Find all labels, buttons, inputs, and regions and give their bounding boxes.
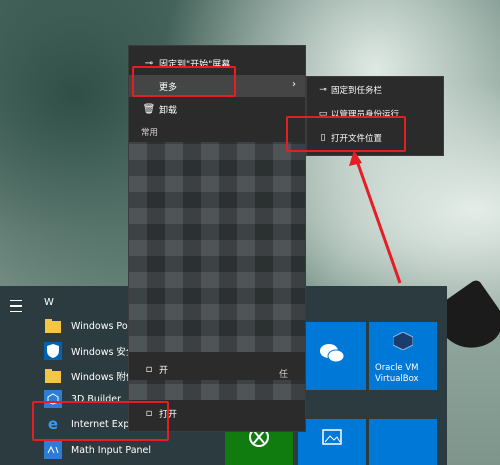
annotation-arrow [349,150,402,284]
